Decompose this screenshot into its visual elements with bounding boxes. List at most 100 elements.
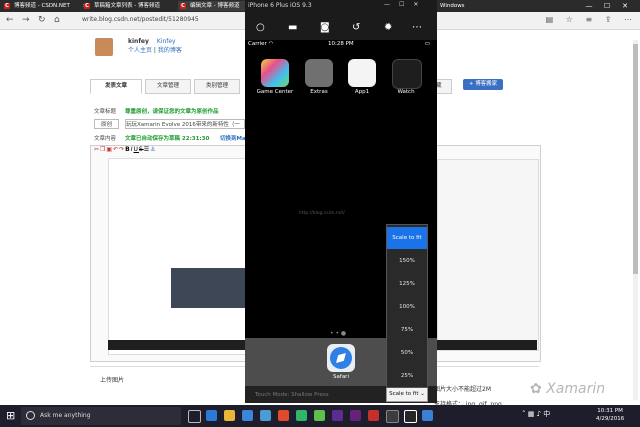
task-view-icon[interactable]: [188, 410, 201, 423]
extras-app-icon[interactable]: [305, 59, 333, 87]
window-controls: — ☐ ✕: [580, 0, 640, 12]
scale-option-25[interactable]: 25%: [387, 365, 427, 387]
embedded-dark-panel: [171, 268, 246, 308]
user-info: kinfey Kinfey 个人主页 | 我的博客: [128, 38, 182, 54]
app-icon[interactable]: [278, 410, 289, 421]
game-center-app-icon[interactable]: [261, 59, 289, 87]
app-icon[interactable]: [368, 410, 379, 421]
scrollbar-thumb[interactable]: [633, 44, 638, 274]
more-icon[interactable]: ⋯: [624, 15, 632, 24]
refresh-icon[interactable]: ↻: [38, 15, 46, 25]
back-arrow-icon[interactable]: ←: [6, 15, 14, 25]
app-label-app1: App1: [354, 89, 370, 95]
close-window-button[interactable]: ✕: [616, 0, 634, 12]
volume-icon[interactable]: ♪: [537, 410, 541, 418]
title-input[interactable]: 玩玩Xamarin Evolve 2016带来的新特性（一: [125, 119, 245, 129]
visual-studio-icon[interactable]: [350, 410, 361, 421]
taskbar-clock[interactable]: 10:31 PM 4/29/2016: [596, 407, 624, 423]
home-circle-icon[interactable]: ○: [256, 22, 265, 33]
search-input[interactable]: Ask me anything: [40, 412, 91, 419]
visual-studio-icon[interactable]: [332, 410, 343, 421]
terminal-icon[interactable]: [386, 410, 399, 423]
favorite-star-icon[interactable]: ☆: [566, 15, 573, 24]
windows-start-icon[interactable]: ⊞: [6, 409, 15, 422]
window-label: Windows: [440, 3, 465, 9]
embedded-taskbar-right: [437, 340, 537, 350]
scale-option-100[interactable]: 100%: [387, 296, 427, 318]
maximize-button[interactable]: ☐: [399, 1, 404, 8]
reading-view-icon[interactable]: ▤: [546, 15, 554, 24]
embedded-taskbar: [108, 340, 246, 350]
ios-status-bar: Carrier ◠ 10:28 PM ▭: [248, 41, 430, 47]
touch-mode-label: Touch Mode: Shallow Press: [255, 392, 329, 398]
simulator-toolbar: ○ ▬ ◙ ↺ ✹ ⋯: [256, 22, 426, 36]
tab-article-manage[interactable]: 文章管理: [145, 79, 191, 94]
scale-dropdown: Scale to fit 150% 125% 100% 75% 50% 25%: [386, 224, 428, 388]
browser-tab-csdn[interactable]: C 博客频道 - CSDN.NET ×: [2, 1, 90, 11]
store-icon[interactable]: [242, 410, 253, 421]
simulator-title: iPhone 6 Plus iOS 9.3: [248, 2, 312, 9]
browser-tab-drafts[interactable]: C 草稿箱文章列表 - 博客频道 ×: [82, 1, 186, 11]
wechat-icon[interactable]: [314, 410, 325, 421]
cortana-icon: [26, 411, 35, 420]
system-tray: ˄ ▦ ♪ 中: [522, 409, 550, 419]
app-label-watch: Watch: [397, 89, 415, 95]
app-icon[interactable]: [422, 410, 433, 421]
safari-app-icon[interactable]: [327, 344, 355, 372]
chevron-up-icon[interactable]: ˄: [522, 410, 526, 418]
minimize-button[interactable]: —: [384, 1, 390, 8]
home-icon[interactable]: ⌂: [54, 15, 60, 25]
embedded-screenshot-right: [437, 159, 539, 351]
app-label-extras: Extras: [310, 89, 328, 95]
scale-option-50[interactable]: 50%: [387, 342, 427, 364]
app1-app-icon[interactable]: [348, 59, 376, 87]
app-label-safari: Safari: [333, 374, 349, 380]
scale-option-fit[interactable]: Scale to fit: [387, 227, 427, 249]
url-field[interactable]: write.blog.csdn.net/postedit/51280945: [82, 15, 242, 25]
simulator-window-controls: — ☐ ✕: [375, 1, 418, 8]
gear-icon[interactable]: ✹: [384, 22, 392, 33]
scale-option-75[interactable]: 75%: [387, 319, 427, 341]
forward-arrow-icon[interactable]: →: [22, 15, 30, 25]
share-icon[interactable]: ⇪: [605, 15, 612, 24]
upload-label: 上传图片: [100, 377, 125, 384]
rotate-icon[interactable]: ↺: [352, 22, 360, 33]
content-label: 文章内容: [94, 136, 117, 142]
file-explorer-icon[interactable]: [224, 410, 235, 421]
camera-icon[interactable]: ◙: [320, 22, 330, 33]
wifi-icon: ◠: [268, 41, 274, 47]
hub-icon[interactable]: ≡: [586, 15, 593, 24]
scale-select[interactable]: Scale to fit ⌄: [386, 387, 428, 402]
scale-option-125[interactable]: 125%: [387, 273, 427, 295]
avatar[interactable]: [95, 38, 113, 56]
embedded-screenshot: [108, 158, 248, 355]
app-icon[interactable]: [260, 410, 271, 421]
app-icon[interactable]: [296, 410, 307, 421]
watch-app-icon[interactable]: [392, 59, 422, 89]
scale-option-150[interactable]: 150%: [387, 250, 427, 272]
tab-publish[interactable]: 发表文章: [90, 79, 142, 94]
network-icon[interactable]: ▦: [528, 410, 535, 418]
close-window-button[interactable]: ✕: [413, 1, 418, 8]
minimize-button[interactable]: —: [580, 0, 598, 12]
app-label-game-center: Game Center: [256, 89, 294, 95]
xamarin-watermark: ✿ Xamarin: [530, 381, 606, 397]
more-icon[interactable]: ⋯: [412, 22, 422, 33]
address-bar-actions: ▤ ☆ ≡ ⇪ ⋯: [536, 15, 632, 24]
maximize-button[interactable]: ☐: [598, 0, 616, 12]
ime-icon[interactable]: 中: [543, 410, 550, 418]
simulator-icon[interactable]: [404, 410, 417, 423]
csdn-favicon: C: [180, 3, 186, 9]
lock-icon[interactable]: ▬: [288, 22, 297, 33]
link-icon[interactable]: ⚓: [150, 146, 156, 153]
tab-category-manage[interactable]: 类别管理: [194, 79, 240, 94]
title-notice: 尊重原创，请保证您的文章为原创作品: [125, 109, 219, 115]
csdn-favicon: C: [4, 3, 10, 9]
csdn-favicon: C: [84, 3, 90, 9]
edge-icon[interactable]: [206, 410, 217, 421]
autosave-status: 文章已自动保存为草稿 22:31:30: [125, 136, 210, 142]
battery-icon: ▭: [424, 41, 430, 47]
blog-move-button[interactable]: + 博客搬家: [463, 79, 503, 90]
page-dots: • • ●: [330, 330, 347, 337]
category-select[interactable]: 原创: [94, 119, 120, 129]
